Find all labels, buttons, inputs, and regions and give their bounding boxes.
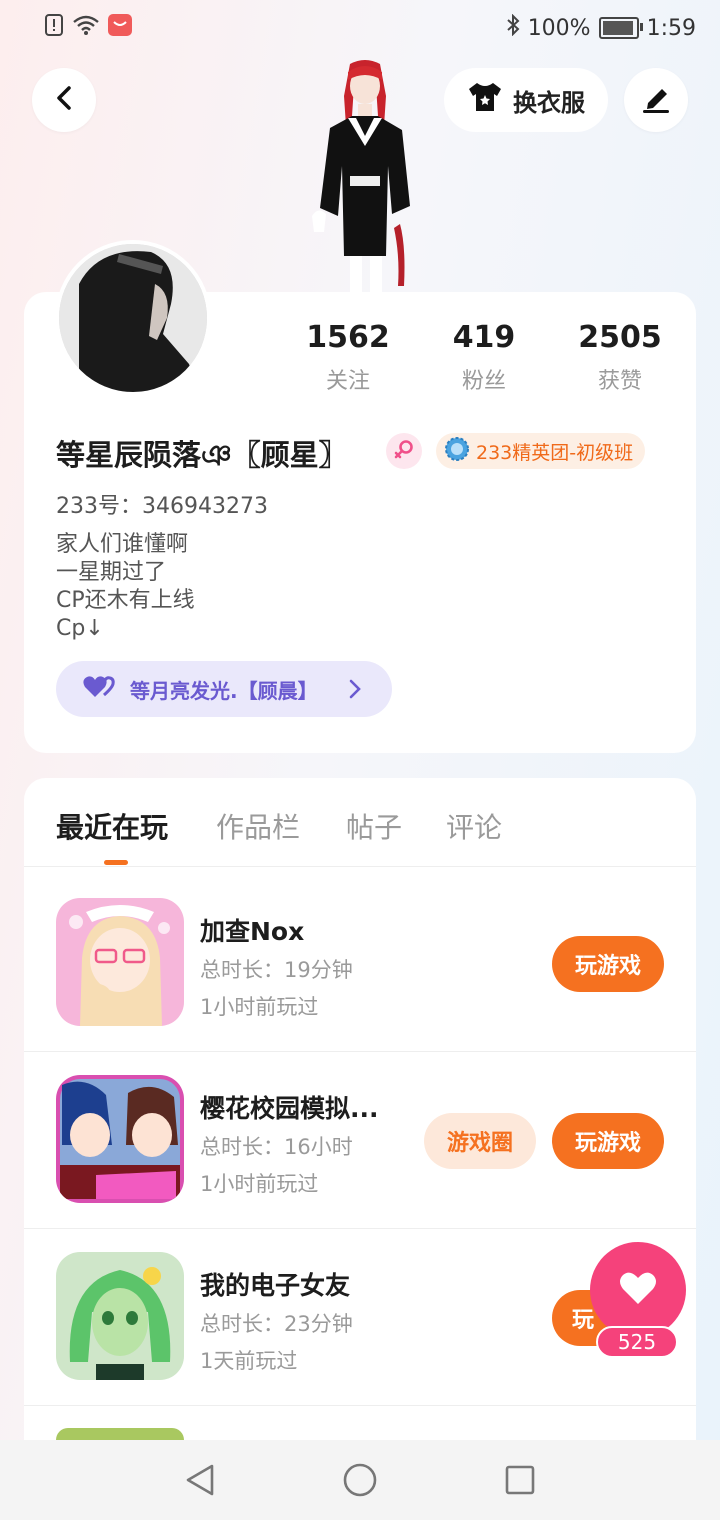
- game-title: 我的电子女友: [200, 1271, 351, 1300]
- play-game-button[interactable]: 玩游戏: [552, 936, 664, 992]
- game-duration: 总时长：23分钟: [200, 1312, 353, 1336]
- like-count: 525: [596, 1326, 678, 1358]
- group-medal-icon: [444, 436, 470, 467]
- game-last-played: 1小时前玩过: [200, 1172, 319, 1196]
- stat-fans[interactable]: 419 粉丝: [424, 320, 544, 395]
- back-button[interactable]: [32, 68, 96, 132]
- avatar[interactable]: [55, 240, 211, 396]
- game-title: 加查Nox: [200, 917, 305, 946]
- user-id: 233号：346943273: [56, 494, 268, 519]
- game-icon-partial: [56, 1428, 184, 1440]
- game-icon-sakura-school: [56, 1075, 184, 1203]
- game-row[interactable]: 加查Nox 总时长：19分钟 1小时前玩过 玩游戏: [24, 876, 696, 1052]
- nav-home-icon[interactable]: [342, 1462, 378, 1502]
- game-last-played: 1天前玩过: [200, 1349, 298, 1373]
- play-game-button[interactable]: 玩游戏: [552, 1113, 664, 1169]
- cp-link[interactable]: 等月亮发光.【顾晨】: [56, 661, 392, 717]
- battery-icon: [598, 17, 643, 39]
- battery-fill: [602, 21, 633, 35]
- heart-icon: [618, 1270, 658, 1310]
- likes-label: 获赞: [597, 369, 642, 394]
- bio-line: Cp↓: [56, 616, 104, 641]
- following-count: 1562: [306, 320, 390, 355]
- dress-up-button[interactable]: 换衣服: [444, 68, 608, 132]
- tab-works[interactable]: 作品栏: [216, 806, 300, 846]
- avatar-image: [59, 244, 207, 392]
- game-row[interactable]: 我的电子女友 总时长：23分钟 1天前玩过 玩: [24, 1230, 696, 1406]
- game-icon-electronic-girlfriend: [56, 1252, 184, 1380]
- cp-link-label: 等月亮发光.【顾晨】: [130, 678, 318, 703]
- divider: [24, 1051, 696, 1052]
- app-notification-icon: [108, 14, 132, 40]
- gender-badge: [386, 433, 422, 469]
- group-badge-label: 233精英团-初级班: [476, 441, 634, 464]
- divider: [24, 866, 696, 867]
- nav-recents-icon[interactable]: [504, 1464, 536, 1500]
- chevron-left-icon: [53, 85, 75, 115]
- bluetooth-icon: [506, 13, 520, 42]
- bio-line: CP还木有上线: [56, 588, 195, 613]
- bio-line: 家人们谁懂啊: [56, 532, 189, 557]
- double-heart-icon: [82, 674, 116, 705]
- clock: 1:59: [646, 15, 696, 41]
- dress-up-label: 换衣服: [513, 88, 585, 117]
- game-duration: 总时长：19分钟: [200, 958, 353, 982]
- battery-percent: 100%: [527, 15, 591, 41]
- tab-posts[interactable]: 帖子: [346, 806, 402, 846]
- nickname: 等星辰陨落ঞ〖顾星〗: [56, 438, 348, 472]
- status-bar: 100% 1:59: [0, 0, 720, 56]
- divider: [24, 1228, 696, 1229]
- fans-count: 419: [452, 320, 516, 355]
- following-label: 关注: [325, 369, 370, 394]
- game-row[interactable]: 樱花校园模拟... 总时长：16小时 1小时前玩过 游戏圈 玩游戏: [24, 1053, 696, 1229]
- game-last-played: 1小时前玩过: [200, 995, 319, 1019]
- game-circle-button[interactable]: 游戏圈: [424, 1113, 536, 1169]
- pen-icon: [640, 83, 672, 117]
- chevron-right-icon: [348, 678, 362, 705]
- like-button[interactable]: [590, 1242, 686, 1338]
- bio: 家人们谁懂啊 一星期过了 CP还木有上线 Cp↓: [56, 531, 195, 643]
- female-icon: [393, 438, 415, 464]
- game-icon-gacha-nox: [56, 898, 184, 1026]
- edit-profile-button[interactable]: [624, 68, 688, 132]
- tab-recently-played[interactable]: 最近在玩: [56, 806, 168, 846]
- divider: [24, 1405, 696, 1406]
- group-badge[interactable]: 233精英团-初级班: [436, 433, 646, 469]
- game-duration: 总时长：16小时: [200, 1135, 353, 1159]
- avatar-character-image[interactable]: [290, 56, 440, 292]
- fans-label: 粉丝: [461, 369, 506, 394]
- likes-count: 2505: [578, 320, 662, 355]
- game-title: 樱花校园模拟...: [200, 1094, 379, 1123]
- sim-alert-icon: [44, 14, 64, 40]
- tshirt-icon: [467, 81, 503, 119]
- wifi-icon: [72, 14, 100, 40]
- navigation-bar: [0, 1440, 720, 1520]
- tab-comments[interactable]: 评论: [446, 806, 502, 846]
- stat-following[interactable]: 1562 关注: [288, 320, 408, 395]
- tab-indicator: [104, 860, 128, 865]
- nav-back-icon[interactable]: [184, 1462, 216, 1502]
- bio-line: 一星期过了: [56, 560, 167, 585]
- stat-likes[interactable]: 2505 获赞: [560, 320, 680, 395]
